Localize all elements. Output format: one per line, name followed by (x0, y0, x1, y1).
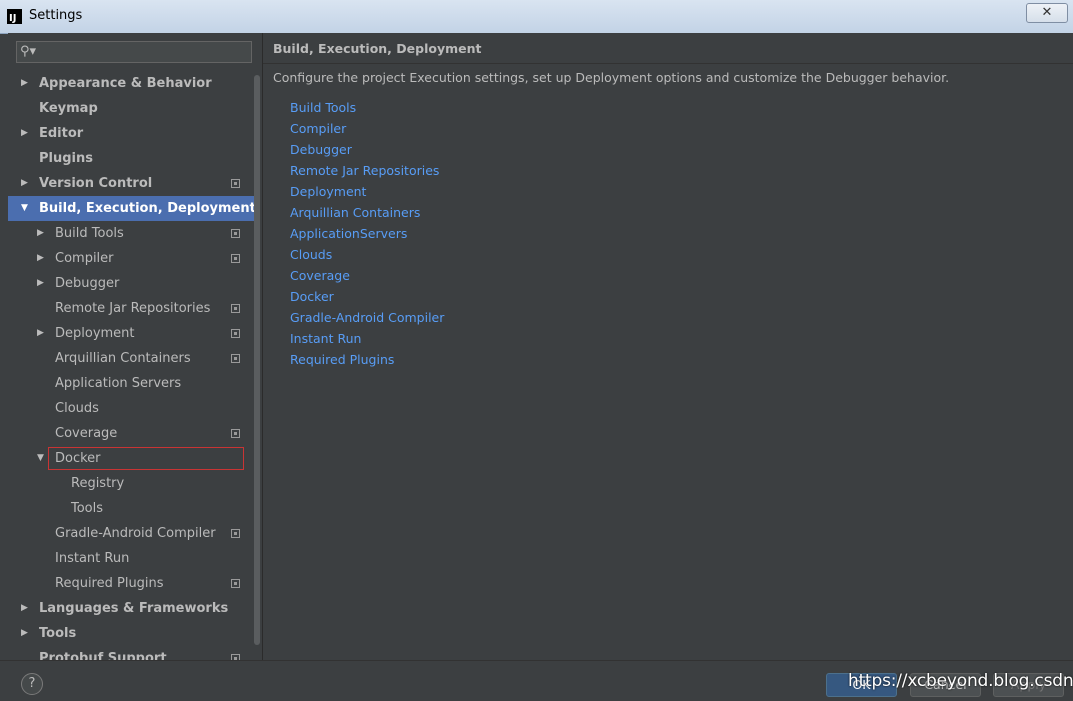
expand-arrow-icon[interactable]: ▶ (37, 271, 44, 296)
subsection-link[interactable]: Remote Jar Repositories (290, 160, 444, 181)
tree-item[interactable]: ▶ Languages & Frameworks (8, 596, 254, 621)
tree-item-label: Tools (39, 626, 77, 641)
intellij-app-icon: IJ (7, 9, 22, 24)
search-icon[interactable]: ⚲▾ (20, 44, 36, 59)
tree-item[interactable]: Remote Jar Repositories (8, 296, 254, 321)
tree-item[interactable]: Tools (8, 496, 254, 521)
tree-item[interactable]: Instant Run (8, 546, 254, 571)
subsection-link[interactable]: ApplicationServers (290, 223, 444, 244)
watermark-text: https://xcbeyond.blog.csdn.net (848, 671, 1073, 691)
subsection-link[interactable]: Instant Run (290, 328, 444, 349)
expand-arrow-icon[interactable]: ▶ (21, 171, 28, 196)
help-button[interactable]: ? (21, 673, 43, 695)
project-level-icon (231, 579, 240, 588)
page-description: Configure the project Execution settings… (273, 70, 950, 85)
breadcrumb: Build, Execution, Deployment (263, 33, 1073, 64)
tree-item[interactable]: ▶ Compiler (8, 246, 254, 271)
tree-item-label: Tools (71, 501, 104, 516)
tree-item-label: Remote Jar Repositories (55, 301, 211, 316)
subsection-link[interactable]: Coverage (290, 265, 444, 286)
tree-item[interactable]: ▼ Build, Execution, Deployment (8, 196, 256, 221)
tree-item-label: Registry (71, 476, 125, 491)
project-level-icon (231, 179, 240, 188)
tree-item-label: Instant Run (55, 551, 130, 566)
subsection-link[interactable]: Docker (290, 286, 444, 307)
tree-item[interactable]: ▼ Docker (8, 446, 254, 471)
tree-item[interactable]: Keymap (8, 96, 254, 121)
tree-item-label: Coverage (55, 426, 118, 441)
project-level-icon (231, 254, 240, 263)
project-level-icon (231, 429, 240, 438)
subsection-link[interactable]: Build Tools (290, 97, 444, 118)
settings-content-panel: Build, Execution, Deployment Configure t… (263, 33, 1073, 660)
window-title: Settings (29, 8, 83, 23)
subsection-link[interactable]: Deployment (290, 181, 444, 202)
subsection-link[interactable]: Arquillian Containers (290, 202, 444, 223)
tree-item[interactable]: Application Servers (8, 371, 254, 396)
project-level-icon (231, 354, 240, 363)
tree-item-label: Build Tools (55, 226, 124, 241)
tree-item[interactable]: ▶ Tools (8, 621, 254, 646)
tree-item-label: Gradle-Android Compiler (55, 526, 216, 541)
tree-item[interactable]: ▶ Version Control (8, 171, 254, 196)
expand-arrow-icon[interactable]: ▶ (21, 71, 28, 96)
subsection-links: Build Tools Compiler Debugger Remote Jar Re… (290, 97, 444, 370)
expand-arrow-icon[interactable]: ▶ (37, 321, 44, 346)
tree-item-label: Editor (39, 126, 84, 141)
tree-item-label: Docker (55, 451, 101, 466)
tree-item-label: Debugger (55, 276, 120, 291)
tree-item[interactable]: ▶ Deployment (8, 321, 254, 346)
expand-arrow-icon[interactable]: ▶ (37, 246, 44, 271)
tree-scrollbar[interactable] (254, 75, 260, 645)
title-bar: IJ Settings ✕ (0, 0, 1073, 34)
tree-item-label: Application Servers (55, 376, 182, 391)
collapse-arrow-icon[interactable]: ▼ (37, 446, 44, 471)
tree-item[interactable]: Required Plugins (8, 571, 254, 596)
tree-item[interactable]: ▶ Debugger (8, 271, 254, 296)
tree-item-label: Appearance & Behavior (39, 76, 212, 91)
tree-item-label: Arquillian Containers (55, 351, 191, 366)
subsection-link[interactable]: Compiler (290, 118, 444, 139)
tree-item-label: Deployment (55, 326, 135, 341)
expand-arrow-icon[interactable]: ▶ (21, 621, 28, 646)
tree-item[interactable]: Coverage (8, 421, 254, 446)
expand-arrow-icon[interactable]: ▶ (21, 121, 28, 146)
tree-item-label: Compiler (55, 251, 114, 266)
tree-item[interactable]: Registry (8, 471, 254, 496)
tree-item[interactable]: Protobuf Support (8, 646, 254, 660)
tree-item-label: Plugins (39, 151, 93, 166)
tree-item-label: Clouds (55, 401, 99, 416)
project-level-icon (231, 529, 240, 538)
search-box[interactable]: ⚲▾ (16, 41, 252, 63)
tree-item[interactable]: Gradle-Android Compiler (8, 521, 254, 546)
close-button[interactable]: ✕ (1026, 3, 1068, 23)
tree-item-label: Version Control (39, 176, 153, 191)
tree-item[interactable]: Plugins (8, 146, 254, 171)
subsection-link[interactable]: Debugger (290, 139, 444, 160)
tree-item-label: Protobuf Support (39, 651, 167, 660)
tree-item[interactable]: ▶ Build Tools (8, 221, 254, 246)
tree-item-label: Build, Execution, Deployment (39, 201, 256, 216)
project-level-icon (231, 329, 240, 338)
project-level-icon (231, 229, 240, 238)
tree-item-label: Keymap (39, 101, 98, 116)
subsection-link[interactable]: Gradle-Android Compiler (290, 307, 444, 328)
expand-arrow-icon[interactable]: ▶ (37, 221, 44, 246)
subsection-link[interactable]: Clouds (290, 244, 444, 265)
settings-tree-panel: ⚲▾ ▶ Appearance & Behavior Keymap ▶ Editor Pl… (8, 33, 263, 660)
project-level-icon (231, 304, 240, 313)
tree-item[interactable]: Clouds (8, 396, 254, 421)
search-input[interactable] (41, 44, 251, 62)
page-title: Build, Execution, Deployment (273, 41, 482, 56)
collapse-arrow-icon[interactable]: ▼ (21, 196, 28, 221)
tree-item[interactable]: Arquillian Containers (8, 346, 254, 371)
subsection-link[interactable]: Required Plugins (290, 349, 444, 370)
tree-item-label: Languages & Frameworks (39, 601, 229, 616)
settings-tree: ▶ Appearance & Behavior Keymap ▶ Editor Plugi… (8, 71, 256, 660)
expand-arrow-icon[interactable]: ▶ (21, 596, 28, 621)
tree-item-label: Required Plugins (55, 576, 164, 591)
tree-item[interactable]: ▶ Editor (8, 121, 254, 146)
tree-item[interactable]: ▶ Appearance & Behavior (8, 71, 254, 96)
